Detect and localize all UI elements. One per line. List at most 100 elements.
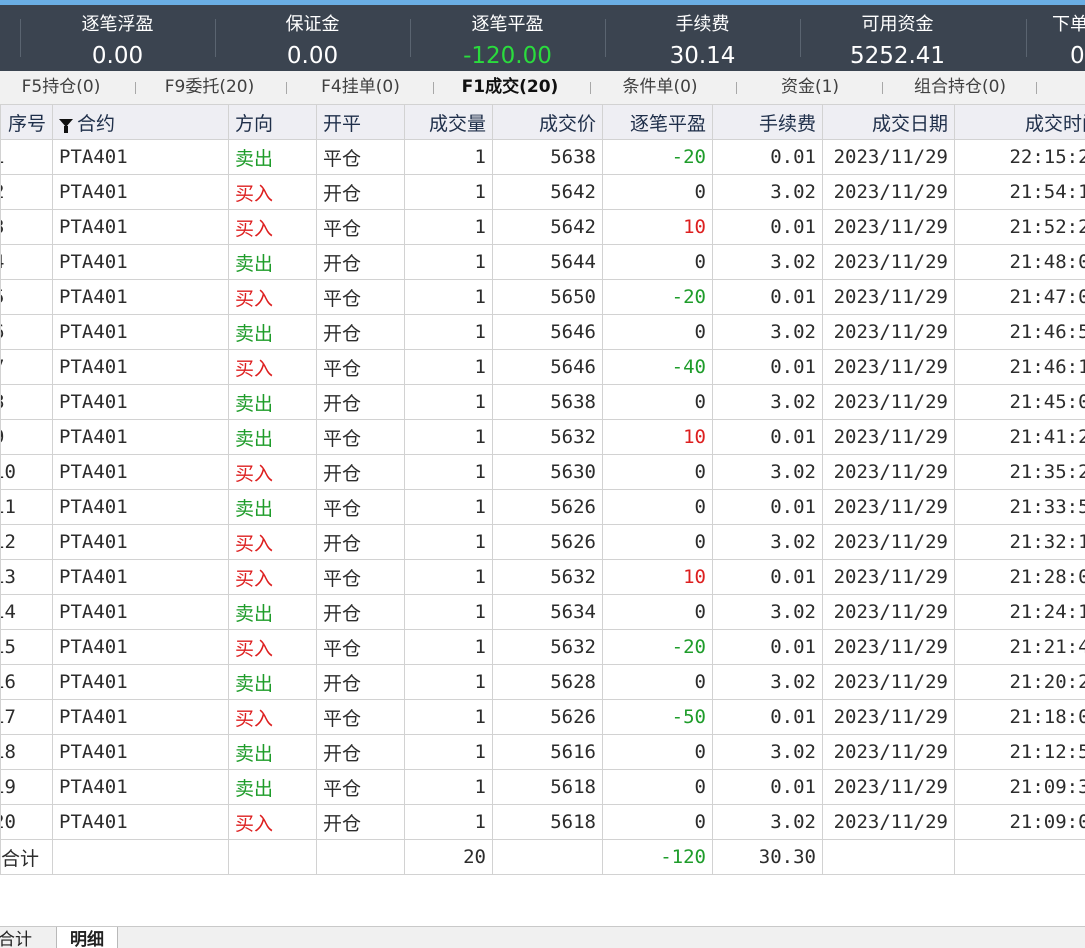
cell-contract: PTA401 xyxy=(53,140,229,175)
cell-date: 2023/11/29 xyxy=(823,420,955,455)
cell-volume: 1 xyxy=(405,665,493,700)
col-header-contract[interactable]: 合约 xyxy=(53,105,229,140)
cell-closed-pnl: 10 xyxy=(603,420,713,455)
table-row[interactable]: 2PTA401买入开仓1564203.022023/11/2921:54:10 xyxy=(1,175,1085,210)
cell-time: 21:46:59 xyxy=(955,315,1085,350)
cell-open-close: 平仓 xyxy=(317,280,405,315)
cell-date: 2023/11/29 xyxy=(823,455,955,490)
cell-time: 21:28:09 xyxy=(955,560,1085,595)
cell-date: 2023/11/29 xyxy=(823,735,955,770)
tab-separator xyxy=(433,82,434,94)
col-header-volume[interactable]: 成交量 xyxy=(405,105,493,140)
cell-seq: 14 xyxy=(1,595,53,630)
cell-open-close: 平仓 xyxy=(317,560,405,595)
tab-separator xyxy=(286,82,287,94)
metric-label: 手续费 xyxy=(605,10,800,36)
cell-date: 2023/11/29 xyxy=(823,770,955,805)
table-row[interactable]: 10PTA401买入开仓1563003.022023/11/2921:35:29 xyxy=(1,455,1085,490)
cell-date: 2023/11/29 xyxy=(823,490,955,525)
table-row[interactable]: 13PTA401买入平仓15632100.012023/11/2921:28:0… xyxy=(1,560,1085,595)
tab-funds[interactable]: 资金(1) xyxy=(779,71,841,104)
table-row[interactable]: 8PTA401卖出开仓1563803.022023/11/2921:45:09 xyxy=(1,385,1085,420)
tab-orders[interactable]: F9委托(20) xyxy=(163,71,256,104)
cell-direction: 卖出 xyxy=(229,770,317,805)
cell-price: 5626 xyxy=(493,490,603,525)
col-header-closed-pnl[interactable]: 逐笔平盈 xyxy=(603,105,713,140)
cell-seq: 15 xyxy=(1,630,53,665)
cell-time: 21:41:20 xyxy=(955,420,1085,455)
cell-seq: 6 xyxy=(1,315,53,350)
table-row[interactable]: 14PTA401卖出开仓1563403.022023/11/2921:24:12 xyxy=(1,595,1085,630)
cell-contract: PTA401 xyxy=(53,420,229,455)
cell-volume: 1 xyxy=(405,735,493,770)
col-header-date[interactable]: 成交日期 xyxy=(823,105,955,140)
table-row[interactable]: 18PTA401卖出开仓1561603.022023/11/2921:12:59 xyxy=(1,735,1085,770)
table-row[interactable]: 4PTA401卖出开仓1564403.022023/11/2921:48:07 xyxy=(1,245,1085,280)
filter-icon[interactable] xyxy=(59,119,73,127)
cell-date: 2023/11/29 xyxy=(823,385,955,420)
bottom-tab-detail[interactable]: 明细 xyxy=(56,927,118,948)
table-row[interactable]: 7PTA401买入平仓15646-400.012023/11/2921:46:1… xyxy=(1,350,1085,385)
table-row[interactable]: 17PTA401买入平仓15626-500.012023/11/2921:18:… xyxy=(1,700,1085,735)
cell-open-close: 开仓 xyxy=(317,805,405,840)
cell-direction: 卖出 xyxy=(229,245,317,280)
tab-positions[interactable]: F5持仓(0) xyxy=(21,71,101,104)
bottom-tab-summary[interactable]: 合计 xyxy=(0,927,54,948)
tab-separator xyxy=(590,82,591,94)
tab-pending-orders[interactable]: F4挂单(0) xyxy=(320,71,401,104)
cell-fee: 0.01 xyxy=(713,700,823,735)
cell-seq: 13 xyxy=(1,560,53,595)
table-row[interactable]: 6PTA401卖出开仓1564603.022023/11/2921:46:59 xyxy=(1,315,1085,350)
tab-trades[interactable]: F1成交(20) xyxy=(460,71,560,104)
cell-closed-pnl: 0 xyxy=(603,385,713,420)
total-cell-empty xyxy=(493,840,603,875)
cell-date: 2023/11/29 xyxy=(823,315,955,350)
cell-direction: 买入 xyxy=(229,805,317,840)
tab-combo-positions[interactable]: 组合持仓(0) xyxy=(911,71,1009,104)
col-header-seq[interactable]: 序号 xyxy=(1,105,53,140)
total-cell-empty xyxy=(823,840,955,875)
cell-contract: PTA401 xyxy=(53,630,229,665)
metric-separator xyxy=(1026,19,1027,57)
cell-volume: 1 xyxy=(405,805,493,840)
cell-volume: 1 xyxy=(405,175,493,210)
cell-volume: 1 xyxy=(405,315,493,350)
table-row[interactable]: 11PTA401卖出平仓1562600.012023/11/2921:33:57 xyxy=(1,490,1085,525)
table-row[interactable]: 3PTA401买入平仓15642100.012023/11/2921:52:27 xyxy=(1,210,1085,245)
table-row[interactable]: 9PTA401卖出平仓15632100.012023/11/2921:41:20 xyxy=(1,420,1085,455)
table-row[interactable]: 20PTA401买入开仓1561803.022023/11/2921:09:00 xyxy=(1,805,1085,840)
col-header-time[interactable]: 成交时间 xyxy=(955,105,1085,140)
cell-closed-pnl: 0 xyxy=(603,175,713,210)
cell-date: 2023/11/29 xyxy=(823,595,955,630)
tab-conditional-orders[interactable]: 条件单(0) xyxy=(620,71,700,104)
cell-volume: 1 xyxy=(405,280,493,315)
col-header-price[interactable]: 成交价 xyxy=(493,105,603,140)
tab-separator xyxy=(135,82,136,94)
col-header-direction[interactable]: 方向 xyxy=(229,105,317,140)
col-header-fee[interactable]: 手续费 xyxy=(713,105,823,140)
cell-time: 21:24:12 xyxy=(955,595,1085,630)
cell-fee: 3.02 xyxy=(713,735,823,770)
table-row[interactable]: 15PTA401买入平仓15632-200.012023/11/2921:21:… xyxy=(1,630,1085,665)
cell-open-close: 平仓 xyxy=(317,630,405,665)
cell-time: 21:21:41 xyxy=(955,630,1085,665)
cell-date: 2023/11/29 xyxy=(823,280,955,315)
cell-contract: PTA401 xyxy=(53,245,229,280)
bottom-tab-bar: 合计 明细 xyxy=(0,926,1085,948)
cell-fee: 3.02 xyxy=(713,805,823,840)
table-row[interactable]: 5PTA401买入平仓15650-200.012023/11/2921:47:0… xyxy=(1,280,1085,315)
table-row[interactable]: 12PTA401买入开仓1562603.022023/11/2921:32:10 xyxy=(1,525,1085,560)
metric-label: 可用资金 xyxy=(800,10,995,36)
col-header-open-close[interactable]: 开平 xyxy=(317,105,405,140)
cell-volume: 1 xyxy=(405,385,493,420)
cell-price: 5638 xyxy=(493,140,603,175)
cell-time: 21:12:59 xyxy=(955,735,1085,770)
cell-contract: PTA401 xyxy=(53,735,229,770)
cell-fee: 3.02 xyxy=(713,175,823,210)
table-row[interactable]: 19PTA401卖出平仓1561800.012023/11/2921:09:32 xyxy=(1,770,1085,805)
table-row[interactable]: 1PTA401卖出平仓15638-200.012023/11/2922:15:2… xyxy=(1,140,1085,175)
cell-price: 5626 xyxy=(493,700,603,735)
cell-time: 21:35:29 xyxy=(955,455,1085,490)
cell-closed-pnl: 0 xyxy=(603,665,713,700)
table-row[interactable]: 16PTA401卖出开仓1562803.022023/11/2921:20:24 xyxy=(1,665,1085,700)
